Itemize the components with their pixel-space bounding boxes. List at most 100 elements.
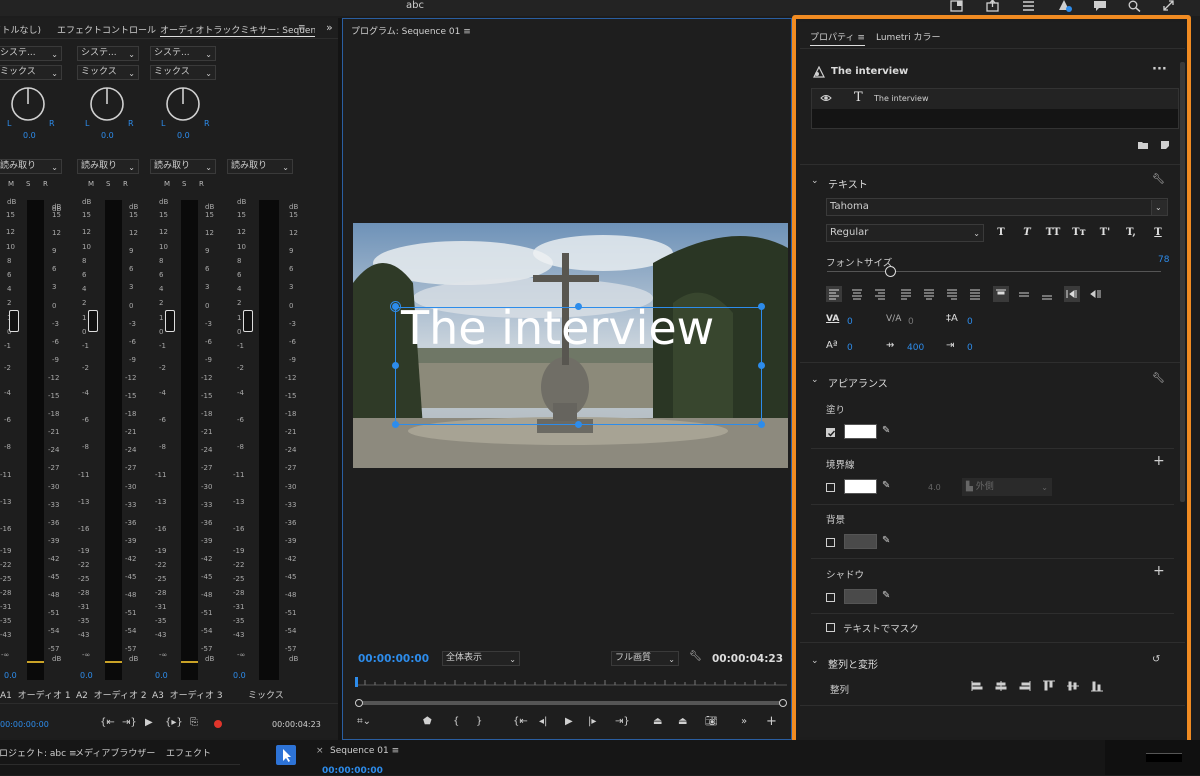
pan-knob[interactable] xyxy=(165,86,201,122)
tab-project[interactable]: プロジェクト: abc ≡ xyxy=(0,746,76,759)
fill-checkbox[interactable] xyxy=(826,428,836,437)
time-ruler[interactable] xyxy=(355,677,787,687)
tab-effects[interactable]: エフェクト xyxy=(166,746,211,759)
tab-media-browser[interactable]: メディアブラウザー xyxy=(75,746,155,759)
mixer-timecode-current[interactable]: 00:00:00:00 xyxy=(0,720,49,729)
font-size-value[interactable]: 78 xyxy=(1158,255,1169,265)
go-to-out-icon[interactable]: ⇥} xyxy=(615,716,630,727)
mix-mode-dropdown[interactable]: ミックス ⌄ xyxy=(150,65,216,80)
justify-right-button[interactable] xyxy=(944,286,960,302)
play-stop-icon[interactable]: ▶ xyxy=(565,716,573,727)
tracking-value[interactable]: 0 xyxy=(847,317,853,327)
background-color-swatch[interactable] xyxy=(844,534,877,549)
kerning-value[interactable]: 0 xyxy=(908,317,914,327)
edge-handle-right[interactable] xyxy=(758,362,765,369)
learn-icon[interactable] xyxy=(1058,0,1072,12)
play-icon[interactable]: ▶ xyxy=(145,717,153,728)
justify-left-button[interactable] xyxy=(898,286,914,302)
tab-program-monitor[interactable]: プログラム: Sequence 01 ≡ xyxy=(351,24,471,37)
record-arm-button[interactable]: R xyxy=(123,180,128,188)
visibility-eye-icon[interactable] xyxy=(820,93,832,103)
comments-icon[interactable] xyxy=(1093,0,1107,12)
automation-mode-dropdown[interactable]: 読み取り ⌄ xyxy=(0,159,62,174)
text-bounding-box[interactable] xyxy=(395,307,762,425)
mask-with-text-checkbox[interactable] xyxy=(826,623,835,632)
tab-properties[interactable]: プロパティ ≡ xyxy=(810,30,865,46)
superscript-button[interactable]: T' xyxy=(1097,227,1113,238)
panel-menu-icon[interactable]: ≡ xyxy=(298,23,306,33)
tab-sequence[interactable]: Sequence 01 ≡ xyxy=(330,746,399,756)
align-transform-section-title[interactable]: 整列と変形 xyxy=(828,656,878,671)
workspace-icon[interactable] xyxy=(1022,0,1036,12)
add-stroke-icon[interactable]: + xyxy=(1153,453,1165,469)
mute-button[interactable]: M xyxy=(8,180,14,188)
more-options-icon[interactable]: ··· xyxy=(1152,62,1167,77)
baseline-shift-value[interactable]: 0 xyxy=(847,343,853,353)
align-middle-button[interactable] xyxy=(1016,286,1032,302)
pan-value[interactable]: 0.0 xyxy=(177,131,190,140)
tab-effect-controls[interactable]: エフェクトコントロール xyxy=(57,23,156,36)
align-top-button[interactable] xyxy=(993,286,1009,302)
justify-all-button[interactable] xyxy=(967,286,983,302)
fill-color-swatch[interactable] xyxy=(844,424,877,439)
eyedropper-icon[interactable]: ✎ xyxy=(882,535,890,546)
corner-handle-bl[interactable] xyxy=(392,421,399,428)
close-icon[interactable]: × xyxy=(316,746,324,756)
eyedropper-icon[interactable]: ✎ xyxy=(882,590,890,601)
edge-handle-top[interactable] xyxy=(575,303,582,310)
align-left-button[interactable] xyxy=(826,286,842,302)
rtl-direction-button[interactable] xyxy=(1087,286,1103,302)
more-tabs-icon[interactable]: » xyxy=(326,21,333,34)
stroke-color-swatch[interactable] xyxy=(844,479,877,494)
align-left-edges-icon[interactable] xyxy=(970,680,984,692)
record-icon[interactable] xyxy=(214,720,222,728)
subscript-button[interactable]: T, xyxy=(1123,227,1139,238)
mix-mode-dropdown[interactable]: ミックス ⌄ xyxy=(77,65,139,80)
solo-button[interactable]: S xyxy=(26,180,30,188)
all-caps-button[interactable]: TT xyxy=(1045,227,1061,238)
text-section-title[interactable]: テキスト xyxy=(828,176,868,191)
add-marker-icon[interactable]: ⬟ xyxy=(423,716,432,727)
align-right-button[interactable] xyxy=(872,286,888,302)
mute-button[interactable]: M xyxy=(88,180,94,188)
go-to-out-icon[interactable]: ⇥} xyxy=(122,717,137,728)
volume-fader-handle-a2[interactable] xyxy=(88,310,98,332)
align-top-edges-icon[interactable] xyxy=(1042,680,1056,692)
properties-scrollbar[interactable] xyxy=(1180,62,1185,502)
shadow-checkbox[interactable] xyxy=(826,593,835,602)
step-back-icon[interactable]: ◂| xyxy=(539,716,547,727)
ltr-direction-button[interactable] xyxy=(1064,286,1080,302)
align-horizontal-centers-icon[interactable] xyxy=(994,680,1008,692)
tab-untitled[interactable]: (タイトルなし) xyxy=(0,23,41,36)
input-source-dropdown[interactable]: システ... ⌄ xyxy=(0,46,62,61)
extract-icon[interactable]: ⏏ xyxy=(678,716,687,727)
eyedropper-icon[interactable]: ✎ xyxy=(882,425,890,436)
playhead-timecode[interactable]: 00:00:00:00 xyxy=(358,653,429,665)
add-shadow-icon[interactable]: + xyxy=(1153,563,1165,579)
fullscreen-preview-icon[interactable] xyxy=(950,0,964,12)
pan-value[interactable]: 0.0 xyxy=(23,131,36,140)
zoom-scroll-bar[interactable] xyxy=(355,699,787,707)
solo-button[interactable]: S xyxy=(106,180,110,188)
export-frame-icon[interactable]: 📷︎ xyxy=(705,716,718,727)
small-caps-button[interactable]: Tт xyxy=(1071,227,1087,238)
record-arm-button[interactable]: R xyxy=(199,180,204,188)
stroke-checkbox[interactable] xyxy=(826,483,835,492)
faux-bold-button[interactable]: T xyxy=(993,227,1009,238)
go-to-in-icon[interactable]: {⇤ xyxy=(513,716,528,727)
align-center-button[interactable] xyxy=(849,286,865,302)
font-family-dropdown[interactable]: Tahoma ⌄ xyxy=(826,198,1168,216)
solo-button[interactable]: S xyxy=(182,180,186,188)
input-source-dropdown[interactable]: システ... ⌄ xyxy=(77,46,139,61)
pan-value[interactable]: 0.0 xyxy=(101,131,114,140)
corner-handle-tl[interactable] xyxy=(392,303,399,310)
button-editor-icon[interactable]: + xyxy=(766,714,777,729)
step-forward-icon[interactable]: |▸ xyxy=(588,716,596,727)
justify-center-button[interactable] xyxy=(921,286,937,302)
corner-handle-br[interactable] xyxy=(758,421,765,428)
chevron-down-icon[interactable]: ⌄ xyxy=(811,176,819,186)
font-size-slider[interactable] xyxy=(827,266,1161,278)
stroke-position-dropdown[interactable]: ▙ 外側 ⌄ xyxy=(962,478,1052,496)
automation-mode-dropdown[interactable]: 読み取り ⌄ xyxy=(150,159,216,174)
edge-handle-bottom[interactable] xyxy=(575,421,582,428)
